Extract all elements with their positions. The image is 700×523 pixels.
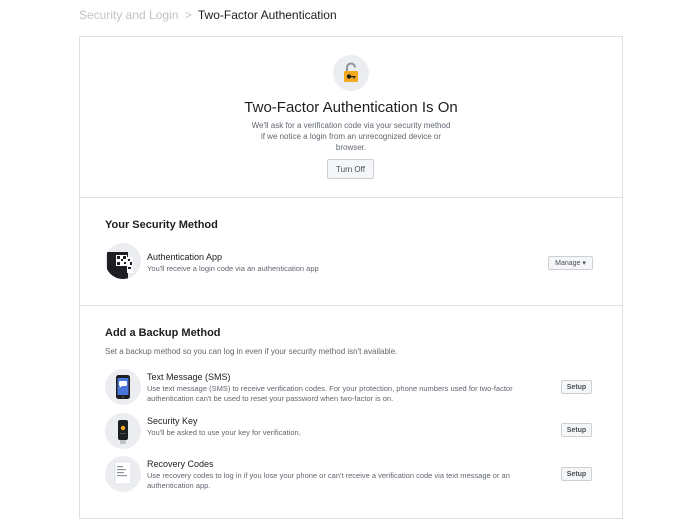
recovery-codes-description: Use recovery codes to log in if you lose… bbox=[147, 471, 510, 490]
security-method-section: Your Security Method Authentication App … bbox=[80, 199, 622, 306]
security-key-setup-button[interactable]: Setup bbox=[561, 423, 592, 437]
manage-button[interactable]: Manage ▾ bbox=[548, 256, 593, 270]
breadcrumb-separator: > bbox=[184, 8, 192, 22]
breadcrumb-link-security-and-login[interactable]: Security and Login bbox=[79, 8, 178, 22]
chevron-down-icon: ▾ bbox=[582, 260, 586, 267]
security-key-description: You'll be asked to use your key for veri… bbox=[147, 428, 301, 437]
security-key-icon bbox=[105, 413, 141, 449]
authentication-app-name: Authentication App bbox=[147, 252, 223, 262]
recovery-codes-icon bbox=[105, 456, 141, 492]
backup-method-section: Add a Backup Method Set a backup method … bbox=[80, 307, 622, 519]
text-message-phone-icon bbox=[105, 369, 141, 405]
authentication-app-description: You'll receive a login code via an authe… bbox=[147, 264, 319, 273]
status-title: Two-Factor Authentication Is On bbox=[244, 99, 458, 116]
backup-method-subtitle: Set a backup method so you can log in ev… bbox=[105, 347, 398, 356]
backup-method-title: Add a Backup Method bbox=[105, 327, 221, 339]
two-factor-card: Two-Factor Authentication Is On We'll as… bbox=[79, 36, 623, 519]
recovery-codes-setup-button[interactable]: Setup bbox=[561, 467, 592, 481]
security-key-name: Security Key bbox=[147, 416, 198, 426]
text-message-setup-button[interactable]: Setup bbox=[561, 380, 592, 394]
status-section: Two-Factor Authentication Is On We'll as… bbox=[80, 37, 622, 198]
security-method-title: Your Security Method bbox=[105, 219, 218, 231]
breadcrumb-current-page: Two-Factor Authentication bbox=[197, 8, 337, 22]
text-message-name: Text Message (SMS) bbox=[147, 372, 231, 382]
authentication-app-icon bbox=[105, 243, 141, 279]
manage-button-label: Manage bbox=[555, 260, 581, 267]
padlock-icon bbox=[333, 55, 369, 91]
text-message-description: Use text message (SMS) to receive verifi… bbox=[147, 384, 513, 403]
turn-off-button[interactable]: Turn Off bbox=[327, 159, 374, 179]
recovery-codes-name: Recovery Codes bbox=[147, 459, 214, 469]
breadcrumb: Security and Login > Two-Factor Authenti… bbox=[79, 8, 337, 22]
status-description: We'll ask for a verification code via yo… bbox=[251, 121, 451, 152]
